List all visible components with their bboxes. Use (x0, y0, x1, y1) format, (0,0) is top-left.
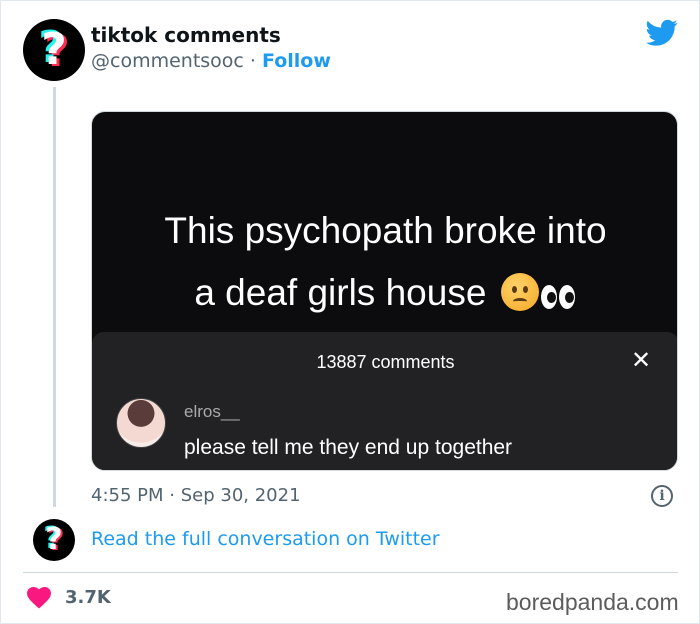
twitter-bird-icon[interactable] (646, 19, 678, 47)
tweet-embed-card: ? tiktok comments @commentsooc · Follow … (0, 0, 700, 624)
media-caption-line-2-text: a deaf girls house (194, 272, 487, 313)
timestamp-separator: · (169, 485, 175, 506)
author-name[interactable]: tiktok comments (91, 23, 281, 47)
author-handle[interactable]: @commentsooc (91, 50, 244, 72)
media-caption-line-2: a deaf girls house (92, 262, 677, 328)
tweet-media-image[interactable]: This psychopath broke into a deaf girls … (91, 111, 678, 471)
comments-panel: 13887 comments ✕ elros__ please tell me … (92, 332, 677, 470)
author-handle-row: @commentsooc · Follow (91, 50, 331, 72)
follow-link[interactable]: Follow (262, 50, 331, 72)
author-avatar[interactable]: ? (23, 19, 85, 81)
footer-divider (23, 572, 678, 573)
tweet-time: 4:55 PM (91, 485, 164, 506)
commenter-username: elros__ (184, 402, 240, 421)
tiktok-question-logo-small: ? (45, 522, 63, 557)
read-full-conversation-link[interactable]: Read the full conversation on Twitter (91, 528, 440, 550)
tweet-date: Sep 30, 2021 (180, 485, 301, 506)
boredpanda-watermark: boredpanda.com (506, 589, 679, 615)
media-caption-line-1: This psychopath broke into (164, 210, 607, 251)
like-count[interactable]: 3.7K (65, 587, 111, 608)
handle-separator: · (249, 50, 256, 72)
comments-count: 13887 comments (316, 352, 455, 372)
read-full-avatar: ? (33, 519, 75, 561)
thread-connector-line (53, 87, 56, 507)
media-caption: This psychopath broke into a deaf girls … (92, 200, 677, 328)
comment-text: please tell me they end up together (184, 436, 513, 459)
worried-face-icon (500, 273, 539, 311)
tiktok-question-logo: ? (41, 24, 67, 75)
info-icon[interactable]: i (651, 485, 673, 507)
eyes-icon (540, 266, 577, 328)
close-icon: ✕ (630, 346, 652, 374)
tweet-timestamp[interactable]: 4:55 PM · Sep 30, 2021 (91, 485, 301, 506)
commenter-avatar (116, 398, 166, 448)
heart-icon[interactable] (27, 587, 51, 609)
